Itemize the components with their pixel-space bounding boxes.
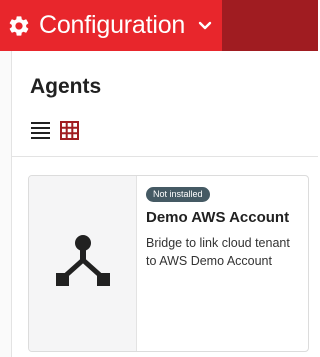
- status-badge: Not installed: [146, 187, 210, 202]
- app-section-title: Configuration: [39, 11, 186, 39]
- top-bar: Configuration: [0, 0, 318, 51]
- view-toggle: [30, 120, 80, 141]
- gear-icon: [6, 13, 32, 39]
- list-view-icon[interactable]: [30, 120, 51, 141]
- agent-card-title: Demo AWS Account: [146, 209, 290, 226]
- configuration-menu-button[interactable]: Configuration: [0, 0, 222, 51]
- agent-card[interactable]: Not installed Demo AWS Account Bridge to…: [28, 175, 309, 352]
- top-bar-filler: [222, 0, 318, 51]
- divider: [12, 156, 318, 157]
- network-agent-icon: [55, 232, 111, 295]
- agent-card-media: [29, 176, 137, 351]
- main-content: Agents Not installed Demo AWS Account Br…: [12, 51, 318, 357]
- agent-card-description: Bridge to link cloud tenant to AWS Demo …: [146, 236, 290, 268]
- left-rail: [0, 51, 12, 357]
- page-title: Agents: [30, 75, 102, 98]
- agent-card-body: Not installed Demo AWS Account Bridge to…: [137, 176, 308, 351]
- grid-view-icon[interactable]: [59, 120, 80, 141]
- chevron-down-icon: [196, 17, 214, 35]
